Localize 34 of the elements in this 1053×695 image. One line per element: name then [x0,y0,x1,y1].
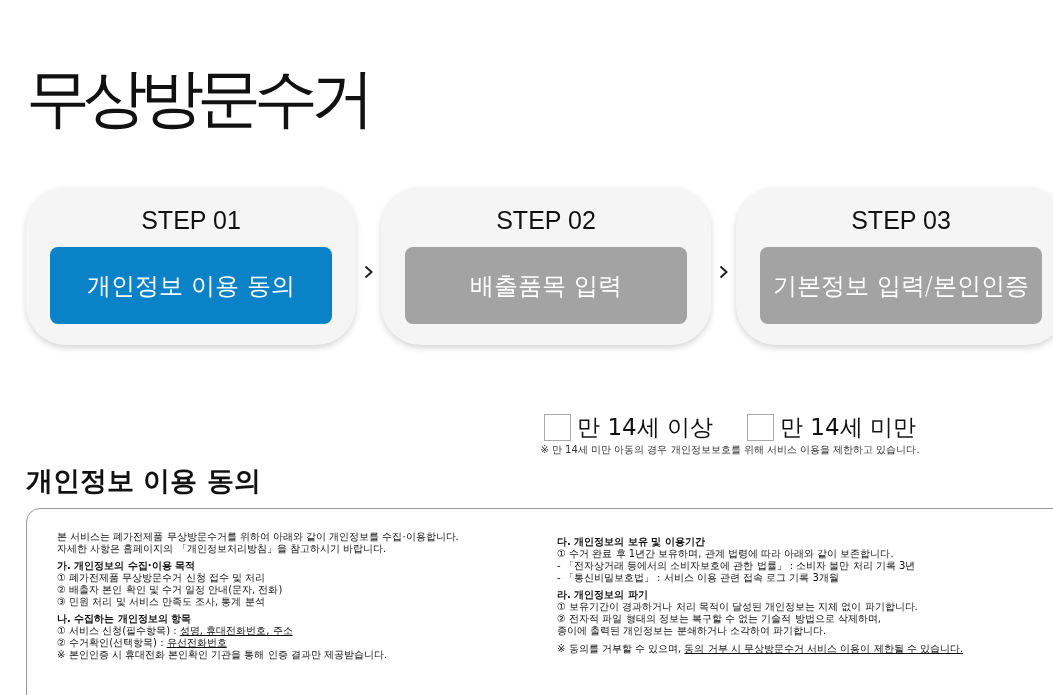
step-label: STEP 03 [851,206,951,234]
checkbox-label: 만 14세 미만 [780,413,916,441]
consent-heading: 가. 개인정보의 수집·이용 목적 [57,560,197,572]
consent-heading: 라. 개인정보의 파기 [557,589,649,601]
consent-item: ③ 민원 처리 및 서비스 만족도 조사, 통계 분석 [57,596,266,608]
checkbox-label: 만 14세 이상 [577,413,713,441]
consent-paragraph: 본 서비스는 폐가전제품 무상방문수거를 위하여 아래와 같이 개인정보를 수집·이용합니다. [57,531,460,543]
consent-item: ② 배출자 본인 확인 및 수거 일정 안내(문자, 전화) [57,584,284,596]
consent-paragraph: 자세한 사항은 홈페이지의 「개인정보처리방침」을 참고하시기 바랍니다. [57,543,388,555]
consent-item: ② 전자적 파일 형태의 정보는 복구할 수 없는 기술적 방법으로 삭제하며, [557,613,882,625]
step-button[interactable]: 개인정보 이용 동의 [50,247,332,324]
consent-item: ※ 본인인증 시 휴대전화 본인확인 기관을 통해 인증 결과만 제공받습니다. [57,649,389,661]
step-button[interactable]: 배출품목 입력 [405,247,687,324]
consent-item: 종이에 출력된 개인정보는 분쇄하거나 소각하여 파기합니다. [557,625,828,637]
consent-heading: 나. 수집하는 개인정보의 항목 [57,613,193,625]
page-title: 무상방문수거 [26,60,369,137]
step-label: STEP 02 [496,206,596,234]
consent-item: ② 수거확인(선택항목) : 유선전화번호 [57,637,228,649]
checkbox[interactable] [544,413,572,441]
checkbox[interactable] [747,413,774,441]
consent-item: ① 보유기간이 경과하거나 처리 목적이 달성된 개인정보는 지체 없이 파기합니다. [557,601,919,613]
step-button[interactable]: 기본정보 입력/본인인증 [760,247,1042,324]
consent-item: - 「통신비밀보호법」 : 서비스 이용 관련 접속 로그 기록 3개월 [557,572,840,584]
step-label: STEP 01 [141,206,241,234]
consent-footnote: ※ 동의를 거부할 수 있으며, 동의 거부 시 무상방문수거 서비스 이용이 제한될 수 있습니다. [557,643,965,655]
consent-item: - 「전자상거래 등에서의 소비자보호에 관한 법률」 : 소비자 불만 처리 기록 3년 [557,560,917,572]
consent-item: ① 폐가전제품 무상방문수거 신청 접수 및 처리 [57,572,267,584]
consent-item: ① 서비스 신청(필수항목) : 성명, 휴대전화번호, 주소 [57,625,294,637]
chevron-right-icon [364,265,373,279]
age-notice: ※ 만 14세 미만 아동의 경우 개인정보보호를 위해 서비스 이용을 제한하고 있습니다. [540,444,920,456]
consent-item: ① 수거 완료 후 1년간 보유하며, 관계 법령에 따라 아래와 같이 보존합니다. [557,548,895,560]
section-title: 개인정보 이용 동의 [26,464,262,498]
chevron-right-icon [719,265,728,279]
consent-heading: 다. 개인정보의 보유 및 이용기간 [557,536,706,548]
